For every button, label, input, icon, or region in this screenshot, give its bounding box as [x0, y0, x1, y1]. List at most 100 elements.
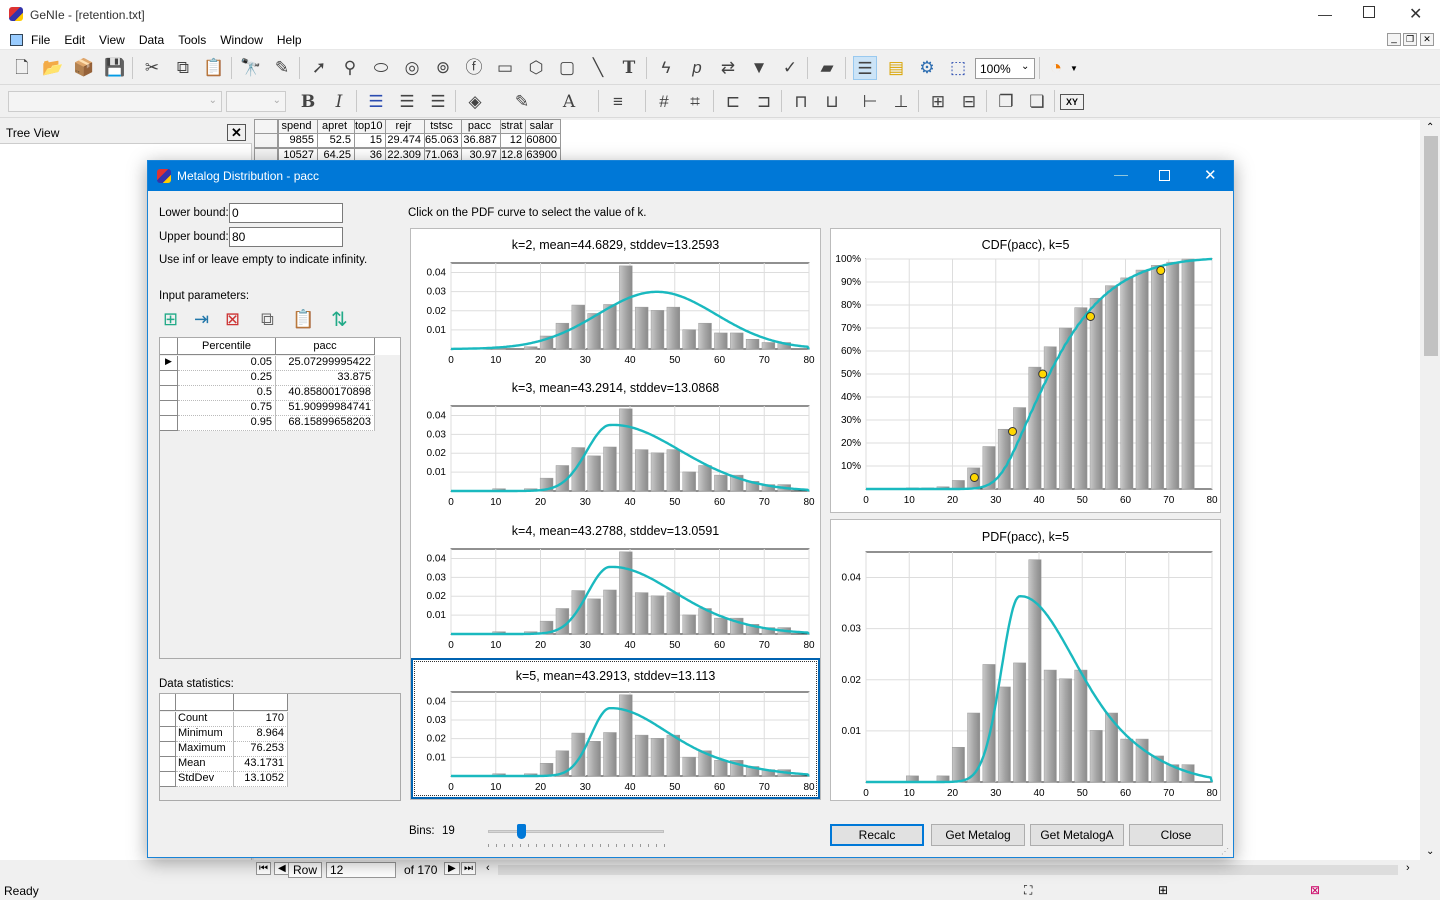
delete-row-icon[interactable]: ⊠ [225, 309, 240, 330]
settings-icon[interactable]: ⚙ [915, 56, 939, 80]
distribute-v-icon[interactable]: ⊥ [889, 90, 913, 114]
grid-cell[interactable]: 15 [354, 133, 386, 148]
scroll-right-icon[interactable]: › [1406, 862, 1410, 874]
mdi-restore-icon[interactable]: ❐ [1403, 33, 1417, 46]
grid-cell[interactable]: 9855 [278, 133, 318, 148]
snap-icon[interactable]: ⌗ [683, 90, 707, 114]
find-icon[interactable]: 🔭 [239, 56, 263, 80]
grid-row-header[interactable] [254, 133, 278, 148]
zoom-tool-icon[interactable]: ⚲ [338, 56, 362, 80]
add-row-icon[interactable]: ⊞ [163, 309, 178, 330]
row-selector[interactable]: ▶ [160, 356, 178, 371]
align-center-icon[interactable]: ☰ [395, 90, 419, 114]
resize-grip-icon[interactable]: ⋰ [1221, 847, 1229, 856]
paste-icon[interactable]: 📋 [292, 309, 314, 330]
grid-cell[interactable]: 65.063 [424, 133, 462, 148]
arrows-icon[interactable]: ⇄ [716, 56, 740, 80]
percentile-cell[interactable]: 0.25 [178, 371, 276, 386]
bins-slider-track[interactable] [488, 830, 664, 833]
copy-icon[interactable]: ⧉ [171, 56, 195, 80]
network-icon[interactable]: ⬚ [946, 56, 970, 80]
upper-bound-input[interactable] [229, 227, 343, 247]
lower-bound-input[interactable] [229, 203, 343, 223]
case-manager-icon[interactable]: ▤ [884, 56, 908, 80]
arc-tool-icon[interactable]: ╲ [586, 56, 610, 80]
grid-cell[interactable]: 29.474 [385, 133, 425, 148]
send-back-icon[interactable]: ❏ [1025, 90, 1049, 114]
equation-node-icon[interactable]: ⊚ [431, 56, 455, 80]
maximize-icon[interactable] [1363, 6, 1375, 18]
close-icon[interactable]: ✕ [1409, 4, 1422, 24]
grid-cell[interactable]: 12 [500, 133, 526, 148]
grid-column-header[interactable]: tstsc [424, 119, 462, 134]
grid-cell[interactable]: 60800 [525, 133, 561, 148]
vertical-scrollbar[interactable]: ⌃ ⌄ [1422, 120, 1440, 860]
dropdown-arrow-icon[interactable]: ▼ [1070, 64, 1078, 73]
font-size-select[interactable]: ⌄ [226, 91, 286, 112]
save-icon[interactable]: 💾 [103, 56, 127, 80]
pdf-chart-k5[interactable]: k=5, mean=43.2913, stddev=13.113 0 10 20 30 4… [411, 658, 820, 800]
grid-column-header[interactable]: top10 [354, 119, 386, 134]
row-selector[interactable] [160, 416, 178, 431]
rss-icon[interactable]: ◔ [1044, 56, 1068, 80]
grid-cell[interactable]: 52.5 [317, 133, 355, 148]
grid-column-header[interactable]: salar [525, 119, 561, 134]
tree-view-icon[interactable]: ☰ [853, 56, 877, 80]
line-color-icon[interactable]: ✎ [510, 90, 534, 114]
minimize-icon[interactable]: — [1318, 6, 1332, 22]
row-input[interactable]: 12 [326, 862, 396, 878]
center-h-icon[interactable]: ⊞ [926, 90, 950, 114]
chance-node-icon[interactable]: ⬭ [369, 56, 393, 80]
font-color-icon[interactable]: A [557, 90, 581, 114]
utility-node-icon[interactable]: ⬡ [524, 56, 548, 80]
next-record-icon[interactable]: ▶ [444, 862, 460, 875]
align-bottom-icon[interactable]: ⊔ [820, 90, 844, 114]
recalc-button[interactable]: Recalc [830, 824, 924, 846]
value-cell[interactable]: 68.15899658203 [276, 416, 375, 431]
close-icon[interactable]: ✕ [227, 124, 246, 141]
maximize-icon[interactable] [1159, 170, 1170, 181]
mdi-close-icon[interactable]: ✕ [1420, 33, 1434, 46]
align-nodes-right-icon[interactable]: ⊐ [752, 90, 776, 114]
last-record-icon[interactable]: ⏭ [461, 862, 476, 875]
value-cell[interactable]: 25.07299995422 [276, 356, 375, 371]
parameters-grid[interactable]: Percentile pacc ▶ 0.05 25.07299995422 0.25 33.… [159, 337, 401, 659]
bring-front-icon[interactable]: ❐ [994, 90, 1018, 114]
paste-icon[interactable]: 📋 [202, 56, 226, 80]
new-file-icon[interactable]: 🗋 [10, 56, 34, 80]
percentile-cell[interactable]: 0.95 [178, 416, 276, 431]
grid-column-header[interactable]: spend [278, 119, 318, 134]
mdi-minimize-icon[interactable]: _ [1387, 33, 1401, 46]
row-selector[interactable] [160, 401, 178, 416]
insert-row-icon[interactable]: ⇥ [194, 309, 209, 330]
align-top-icon[interactable]: ⊓ [789, 90, 813, 114]
funnel-icon[interactable]: ▼ [747, 56, 771, 80]
align-right-icon[interactable]: ☰ [426, 90, 450, 114]
function-node-icon[interactable]: ⓕ [462, 56, 486, 80]
horizontal-scrollbar[interactable] [498, 865, 1398, 875]
open-folder-icon[interactable]: 📂 [41, 56, 65, 80]
line-width-icon[interactable]: ≡ [606, 90, 630, 114]
fill-color-icon[interactable]: ◈ [463, 90, 487, 114]
menu-view[interactable]: View [92, 30, 132, 50]
get-metalog-button[interactable]: Get Metalog [931, 824, 1025, 846]
grid-column-header[interactable]: rejr [385, 119, 425, 134]
percentile-cell[interactable]: 0.75 [178, 401, 276, 416]
italic-icon[interactable]: I [327, 90, 351, 114]
align-nodes-left-icon[interactable]: ⊏ [721, 90, 745, 114]
row-selector[interactable] [160, 371, 178, 386]
menu-data[interactable]: Data [132, 30, 171, 50]
xy-icon[interactable]: XY [1060, 94, 1084, 110]
pdf-chart-k4[interactable]: k=4, mean=43.2788, stddev=13.0591 0 10 20 30… [411, 515, 820, 657]
get-metaloga-button[interactable]: Get MetalogA [1030, 824, 1124, 846]
decision-node-icon[interactable]: ▭ [493, 56, 517, 80]
grid-column-header[interactable]: pacc [461, 119, 501, 134]
pdf-chart-k2[interactable]: k=2, mean=44.6829, stddev=13.2593 0 10 20 30… [411, 229, 820, 371]
center-v-icon[interactable]: ⊟ [957, 90, 981, 114]
menu-tools[interactable]: Tools [171, 30, 213, 50]
submodel-icon[interactable]: ▢ [555, 56, 579, 80]
row-selector[interactable] [160, 386, 178, 401]
value-cell[interactable]: 40.85800170898 [276, 386, 375, 401]
value-cell[interactable]: 33.875 [276, 371, 375, 386]
font-select[interactable]: ⌄ [8, 91, 222, 112]
